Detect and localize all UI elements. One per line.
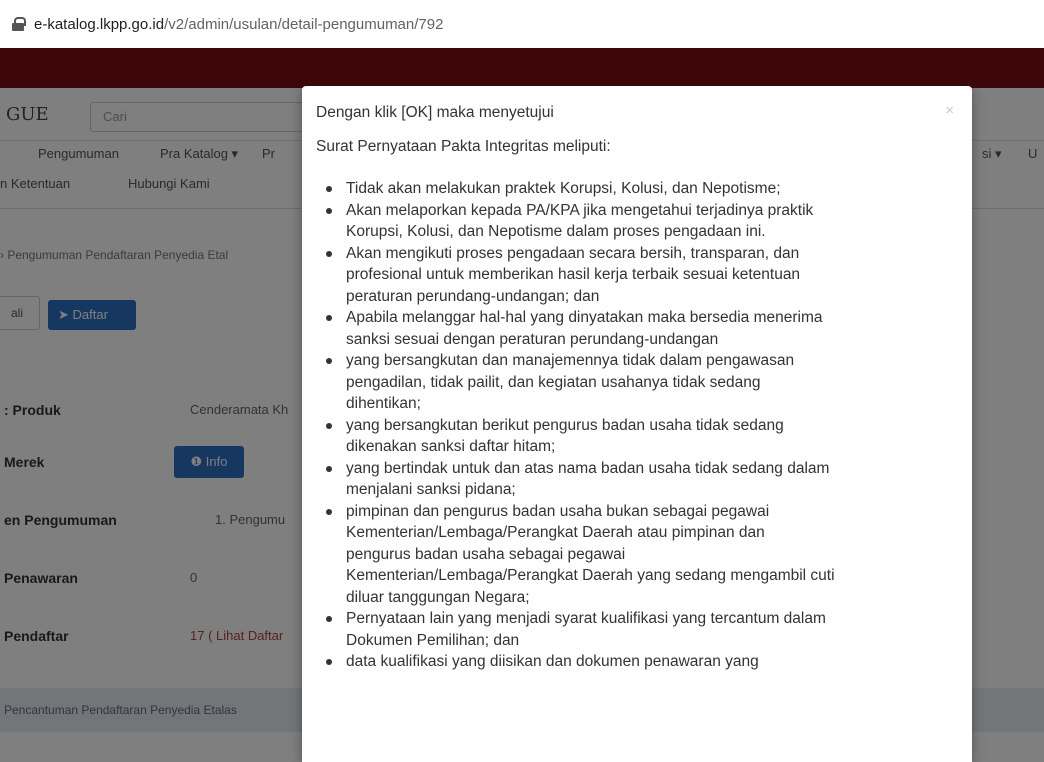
list-item-line: profesional untuk memberikan hasil kerja… xyxy=(346,266,801,283)
bullet-icon xyxy=(326,250,332,257)
list-item-line: Akan melaporkan kepada PA/KPA jika menge… xyxy=(346,201,814,219)
list-item-line: yang bersangkutan dan manajemennya tidak… xyxy=(346,352,795,369)
modal-intro: Dengan klik [OK] maka menyetujui xyxy=(316,104,554,121)
bullet-icon xyxy=(326,659,332,665)
list-item-line: Dokumen Pemilihan; dan xyxy=(346,631,520,649)
list-item-line: peraturan perundang-undangan; dan xyxy=(346,287,600,305)
list-item: yang bersangkutan berikut pengurus badan… xyxy=(326,415,963,458)
list-item-line: Apabila melanggar hal-hal yang dinyataka… xyxy=(346,309,823,326)
list-item: yang bersangkutan dan manajemennya tidak… xyxy=(326,350,963,415)
list-item: pimpinan dan pengurus badan usaha bukan … xyxy=(326,501,963,609)
list-item-line: dikenakan sanksi daftar hitam; xyxy=(346,438,556,455)
lock-icon xyxy=(12,17,26,31)
list-item: yang bertindak untuk dan atas nama badan… xyxy=(326,458,963,501)
browser-address-bar[interactable]: e-katalog.lkpp.go.id /v2/admin/usulan/de… xyxy=(0,0,1044,48)
list-item-line: data kualifikasi yang diisikan dan dokum… xyxy=(346,653,759,670)
list-item-line: Kementerian/Lembaga/Perangkat Daerah ata… xyxy=(346,524,765,541)
list-item-line: pimpinan dan pengurus badan usaha bukan … xyxy=(346,502,770,520)
list-item-line: pengadilan, tidak pailit, dan kegiatan u… xyxy=(346,373,761,391)
url-path: /v2/admin/usulan/detail-pengumuman/792 xyxy=(164,15,444,33)
close-icon[interactable]: × xyxy=(945,102,954,119)
list-item-line: sanksi sesuai dengan peraturan perundang… xyxy=(346,330,719,348)
bullet-icon xyxy=(326,422,332,429)
list-item: Apabila melanggar hal-hal yang dinyataka… xyxy=(326,307,963,350)
bullet-icon xyxy=(326,358,332,364)
list-item-line: Korupsi, Kolusi, dan Nepotisme dalam pro… xyxy=(346,223,766,240)
bullet-icon xyxy=(326,315,332,321)
list-item: data kualifikasi yang diisikan dan dokum… xyxy=(326,651,963,673)
list-item: Akan mengikuti proses pengadaan secara b… xyxy=(326,243,963,308)
list-item-line: Kementerian/Lembaga/Perangkat Daerah yan… xyxy=(346,567,835,584)
list-item-line: Pernyataan lain yang menjadi syarat kual… xyxy=(346,610,826,627)
list-item: Pernyataan lain yang menjadi syarat kual… xyxy=(326,608,963,651)
list-item: Tidak akan melakukan praktek Korupsi, Ko… xyxy=(326,178,963,200)
bullet-icon xyxy=(326,465,332,472)
confirm-modal: × Dengan klik [OK] maka menyetujui Surat… xyxy=(302,86,972,762)
list-item-line: pengurus badan usaha sebagai pegawai xyxy=(346,545,626,563)
list-item-line: dihentikan; xyxy=(346,395,421,412)
bullet-icon xyxy=(326,508,332,515)
bullet-icon xyxy=(326,186,332,192)
integrity-pact-list: Tidak akan melakukan praktek Korupsi, Ko… xyxy=(316,178,958,673)
list-item-line: yang bertindak untuk dan atas nama badan… xyxy=(346,459,830,477)
list-item-line: yang bersangkutan berikut pengurus badan… xyxy=(346,416,784,434)
bullet-icon xyxy=(326,207,332,214)
bullet-icon xyxy=(326,616,332,622)
list-item-line: Tidak akan melakukan praktek Korupsi, Ko… xyxy=(346,180,781,197)
list-item-line: Akan mengikuti proses pengadaan secara b… xyxy=(346,244,800,262)
list-item-line: diluar tanggungan Negara; xyxy=(346,588,530,606)
list-item-line: menjalani sanksi pidana; xyxy=(346,481,516,498)
modal-subtitle: Surat Pernyataan Pakta Integritas melipu… xyxy=(316,138,611,155)
url-host: e-katalog.lkpp.go.id xyxy=(34,15,165,33)
list-item: Akan melaporkan kepada PA/KPA jika menge… xyxy=(326,200,963,243)
